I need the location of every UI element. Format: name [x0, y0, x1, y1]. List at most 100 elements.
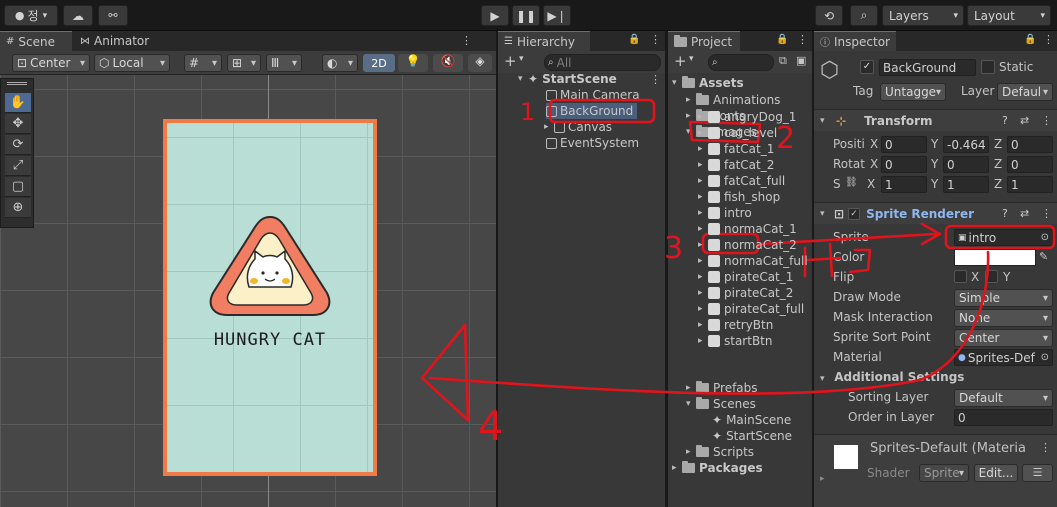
snap-button[interactable]: #: [184, 54, 222, 72]
asset-item[interactable]: ▸ normaCat_2: [698, 237, 797, 253]
order-in-layer-input[interactable]: 0: [954, 409, 1053, 426]
sorting-layer-dropdown[interactable]: Default: [954, 389, 1053, 407]
hand-tool-button[interactable]: ✋: [5, 93, 31, 113]
account-button[interactable]: ● 정 ▾: [4, 5, 58, 26]
more-icon[interactable]: ⋮: [1040, 441, 1051, 454]
tab-scene[interactable]: # Scene: [0, 31, 72, 51]
rotation-z-input[interactable]: 0: [1007, 156, 1053, 173]
tab-project[interactable]: Project: [668, 31, 740, 51]
asset-item[interactable]: ▸ startBtn: [698, 333, 773, 349]
asset-item[interactable]: ▸ fish_shop: [698, 189, 780, 205]
asset-item[interactable]: ▸ pirateCat_1: [698, 269, 793, 285]
scale-z-input[interactable]: 1: [1007, 176, 1053, 193]
tab-hierarchy[interactable]: ☰ Hierarchy: [498, 31, 590, 51]
sprite-field[interactable]: ▣ intro ⊙: [954, 229, 1053, 246]
add-icon[interactable]: +: [674, 52, 687, 70]
tab-inspector[interactable]: ⓘ Inspector: [814, 31, 896, 51]
sort-point-dropdown[interactable]: Center: [954, 329, 1053, 347]
mode-2d-button[interactable]: 2D: [363, 54, 395, 72]
position-x-input[interactable]: 0: [881, 136, 927, 153]
eyedropper-icon[interactable]: ✎: [1039, 250, 1048, 263]
scale-y-input[interactable]: 1: [943, 176, 989, 193]
list-item[interactable]: EventSystem: [546, 135, 639, 151]
folder-item[interactable]: ▸ Animations: [686, 92, 780, 108]
list-item[interactable]: ✦ StartScene: [712, 428, 792, 444]
preset-icon[interactable]: ⇄: [1020, 207, 1029, 220]
preset-icon[interactable]: ⇄: [1020, 114, 1029, 127]
step-button[interactable]: ▶❘: [543, 5, 571, 26]
tab-animator[interactable]: ⋈ Animator: [74, 31, 154, 51]
sprite-renderer-header[interactable]: ▾ ⊡ ✓ Sprite Renderer ? ⇄ ⋮: [814, 202, 1057, 224]
help-icon[interactable]: ?: [1002, 114, 1008, 127]
more-icon[interactable]: ⋮: [461, 34, 472, 47]
play-button[interactable]: ▶: [481, 5, 509, 26]
filter-icon[interactable]: ⧉: [779, 54, 787, 68]
shading-dropdown[interactable]: ◐: [322, 54, 358, 72]
project-search-input[interactable]: ⌕: [708, 54, 774, 71]
lighting-button[interactable]: 💡: [398, 54, 428, 72]
shader-dropdown[interactable]: Sprite: [919, 464, 969, 482]
folder-item[interactable]: ▾ Scenes: [686, 396, 756, 412]
space-dropdown[interactable]: ⬡ Local: [94, 54, 170, 72]
increment-button[interactable]: Ⅲ: [266, 54, 302, 72]
list-item[interactable]: ▸ Canvas: [544, 119, 612, 135]
hierarchy-root[interactable]: ▾ ✦ StartScene: [518, 71, 617, 87]
cloud-button[interactable]: ☁: [63, 5, 93, 26]
grid-snap-button[interactable]: ⊞: [227, 54, 261, 72]
static-checkbox[interactable]: [981, 60, 995, 74]
folder-packages[interactable]: ▸ Packages: [672, 460, 763, 476]
active-checkbox[interactable]: ✓: [860, 60, 874, 74]
layers-dropdown[interactable]: Layers ▾: [882, 5, 964, 26]
asset-item[interactable]: ▸ normaCat_1: [698, 221, 797, 237]
expand-icon[interactable]: ▸: [820, 474, 825, 484]
material-field[interactable]: ● Sprites-Def ⊙: [954, 349, 1053, 366]
hierarchy-search-input[interactable]: ⌕ All: [544, 54, 661, 71]
object-picker-icon[interactable]: ⊙: [1041, 352, 1049, 363]
transform-tool-button[interactable]: ⊕: [5, 198, 31, 218]
asset-item[interactable]: ▸ pirateCat_2: [698, 285, 793, 301]
link-icon[interactable]: ⛓: [845, 177, 858, 188]
layer-dropdown[interactable]: Defaul: [997, 83, 1053, 101]
object-picker-icon[interactable]: ⊙: [1041, 232, 1049, 243]
help-icon[interactable]: ?: [1002, 207, 1008, 220]
lock-icon[interactable]: 🔒: [628, 34, 640, 45]
shader-menu-button[interactable]: ☰: [1022, 464, 1053, 482]
pivot-dropdown[interactable]: ⊡ Center: [12, 54, 90, 72]
flip-y-checkbox[interactable]: [985, 270, 998, 283]
list-item[interactable]: ✦ MainScene: [712, 412, 791, 428]
more-icon[interactable]: ⋮: [1041, 207, 1052, 220]
more-icon[interactable]: ⋮: [650, 73, 661, 86]
rotate-tool-button[interactable]: ⟳: [5, 135, 31, 155]
folder-assets[interactable]: ▾ Assets: [672, 75, 744, 91]
audio-button[interactable]: 🔇: [433, 54, 463, 72]
asset-item[interactable]: ▸ normaCat_full: [698, 253, 808, 269]
pause-button[interactable]: ❚❚: [512, 5, 540, 26]
rotation-x-input[interactable]: 0: [881, 156, 927, 173]
folder-item[interactable]: ▸ Scripts: [686, 444, 754, 460]
lock-icon[interactable]: 🔒: [1024, 34, 1036, 45]
object-name-input[interactable]: BackGround: [879, 59, 976, 76]
drag-handle-icon[interactable]: [7, 82, 27, 85]
color-swatch[interactable]: [954, 249, 1036, 266]
history-button[interactable]: ⟲: [815, 5, 843, 26]
collab-button[interactable]: ⚯: [98, 5, 128, 26]
effects-button[interactable]: ◈: [468, 54, 492, 72]
flip-x-checkbox[interactable]: [954, 270, 967, 283]
position-z-input[interactable]: 0: [1007, 136, 1053, 153]
asset-item[interactable]: ▸ fatCat_full: [698, 173, 785, 189]
folder-item[interactable]: ▸ Prefabs: [686, 380, 758, 396]
draw-mode-dropdown[interactable]: Simple: [954, 289, 1053, 307]
scale-x-input[interactable]: 1: [881, 176, 927, 193]
list-item-selected[interactable]: BackGround: [546, 103, 638, 119]
edit-shader-button[interactable]: Edit...: [974, 464, 1018, 482]
asset-item[interactable]: ▸ intro: [698, 205, 752, 221]
more-icon[interactable]: ⋮: [650, 33, 661, 46]
asset-item[interactable]: ▸ fatCat_1: [698, 141, 774, 157]
chevron-down-icon[interactable]: ▾: [519, 54, 524, 64]
position-y-input[interactable]: -0.464: [943, 136, 989, 153]
move-tool-button[interactable]: ✥: [5, 114, 31, 134]
lock-icon[interactable]: 🔒: [776, 34, 788, 45]
scene-viewport[interactable]: HUNGRY CAT: [0, 75, 496, 507]
search-button[interactable]: ⌕: [850, 5, 878, 26]
mask-interaction-dropdown[interactable]: None: [954, 309, 1053, 327]
